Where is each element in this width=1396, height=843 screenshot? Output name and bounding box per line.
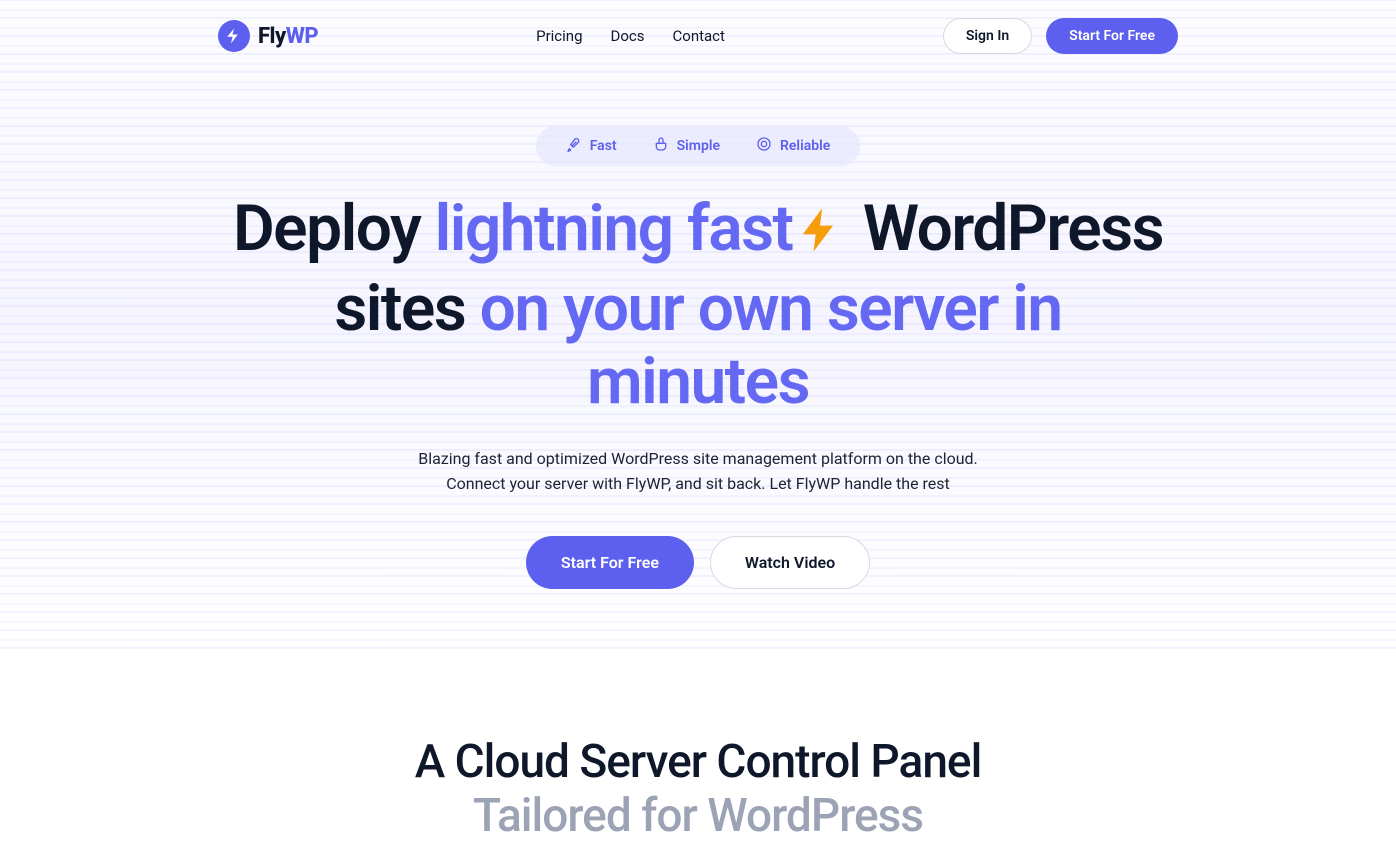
start-free-button[interactable]: Start For Free (1046, 18, 1178, 54)
hero-title-part1: Deploy (233, 191, 435, 266)
section-title: A Cloud Server Control Panel Tailored fo… (0, 735, 1396, 843)
target-icon (756, 136, 772, 156)
section-title-line1: A Cloud Server Control Panel (415, 735, 982, 789)
section-control-panel: A Cloud Server Control Panel Tailored fo… (0, 649, 1396, 843)
chip-reliable-label: Reliable (780, 138, 830, 154)
chip-fast-label: Fast (590, 138, 617, 154)
hero-ctas: Start For Free Watch Video (218, 536, 1178, 589)
hero-title-accent1: lightning fast (435, 191, 793, 266)
nav-links: Pricing Docs Contact (536, 27, 725, 45)
hero-sub-line2: Connect your server with FlyWP, and sit … (446, 474, 950, 493)
feature-chips: Fast Simple Reliable (536, 126, 861, 166)
hero-title-accent2: on your own server in minutes (480, 271, 1062, 420)
hero-subtitle: Blazing fast and optimized WordPress sit… (218, 447, 1178, 497)
hero-title: Deploy lightning fast WordPress sites on… (218, 192, 1178, 419)
chip-fast: Fast (566, 136, 617, 156)
chip-simple-label: Simple (677, 138, 720, 154)
chip-simple: Simple (653, 136, 720, 156)
bolt-icon (794, 198, 846, 272)
section-title-line2: Tailored for WordPress (0, 789, 1396, 843)
chip-reliable: Reliable (756, 136, 830, 156)
logo[interactable]: FlyWP (218, 20, 318, 52)
rocket-icon (566, 136, 582, 156)
nav-actions: Sign In Start For Free (943, 18, 1178, 54)
nav-link-contact[interactable]: Contact (673, 27, 725, 45)
top-nav: FlyWP Pricing Docs Contact Sign In Start… (218, 0, 1178, 72)
nav-link-docs[interactable]: Docs (611, 27, 645, 45)
sign-in-button[interactable]: Sign In (943, 18, 1032, 54)
nav-link-pricing[interactable]: Pricing (536, 27, 582, 45)
logo-mark-icon (218, 20, 250, 52)
snap-icon (653, 136, 669, 156)
logo-text: FlyWP (258, 24, 318, 49)
hero-sub-line1: Blazing fast and optimized WordPress sit… (418, 449, 978, 468)
hero-start-free-button[interactable]: Start For Free (526, 536, 694, 589)
hero-watch-video-button[interactable]: Watch Video (710, 536, 870, 589)
